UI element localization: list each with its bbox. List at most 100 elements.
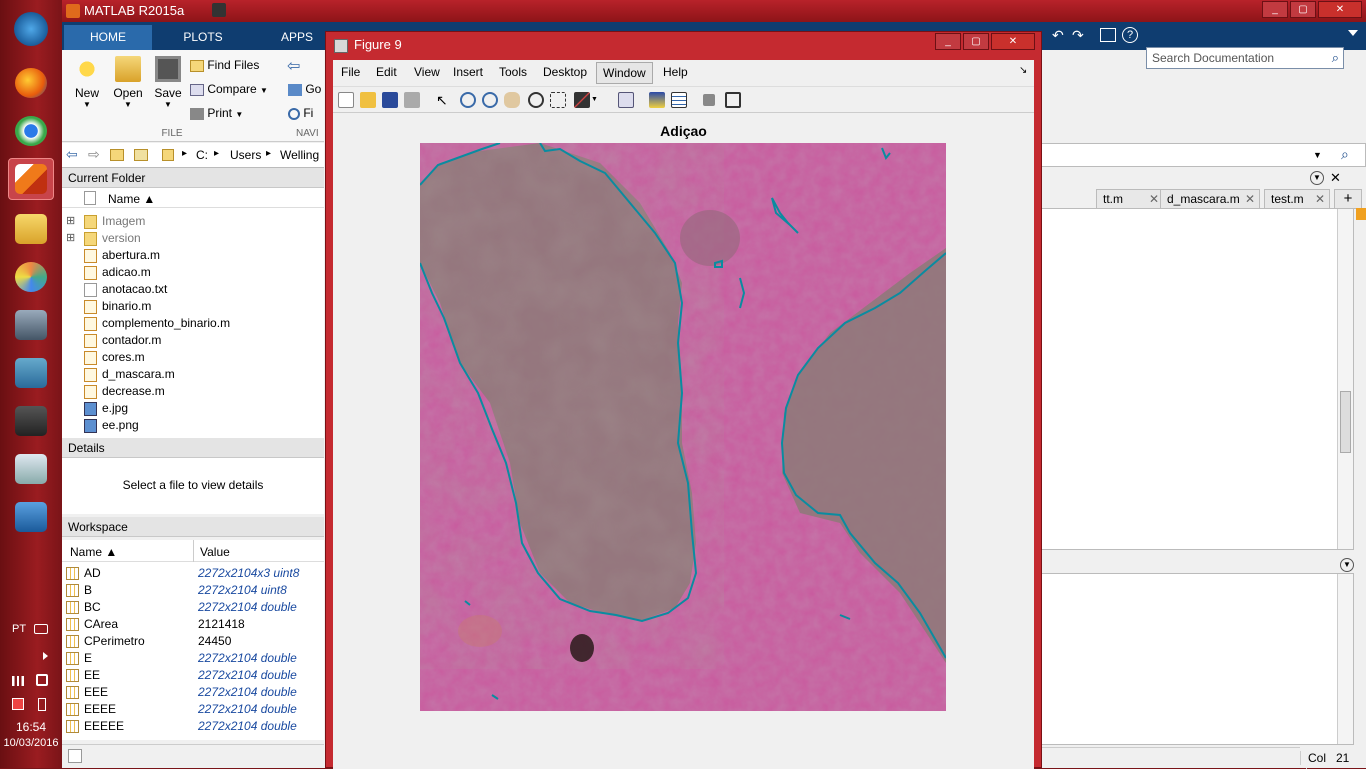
scroll-thumb[interactable] (1340, 391, 1351, 453)
battery-icon[interactable] (38, 698, 46, 711)
redo-icon[interactable]: ↷ (1072, 27, 1088, 43)
address-folder-user[interactable]: Welling (280, 148, 319, 162)
zoom-out-icon[interactable] (482, 92, 498, 108)
column-name[interactable]: Name ▲ (108, 192, 155, 206)
menu-insert[interactable]: Insert (453, 65, 483, 79)
legend-icon[interactable] (671, 92, 687, 108)
back-arrow-icon[interactable]: ⇦ (66, 146, 78, 163)
folder-list-item[interactable]: anotacao.txt (62, 281, 324, 298)
workspace-variable-row[interactable]: EEEEE 2272x2104 double (62, 718, 324, 735)
expand-icon[interactable]: ⊞ (66, 230, 75, 247)
undo-icon[interactable]: ↶ (1052, 27, 1068, 43)
taskbar-chrome[interactable] (8, 110, 54, 152)
folder-list-item[interactable]: abertura.m (62, 247, 324, 264)
expand-icon[interactable]: ⊞ (66, 213, 75, 230)
language-indicator[interactable]: PT (12, 623, 26, 635)
taskbar-sublime[interactable] (8, 400, 54, 442)
axes-image[interactable] (420, 143, 946, 711)
editor-scrollbar[interactable] (1337, 209, 1353, 549)
search-documentation-input[interactable]: Search Documentation ⌕ (1146, 47, 1344, 69)
taskbar-notes[interactable] (8, 448, 54, 490)
editor-tab-test[interactable]: test.m ✕ (1264, 189, 1330, 209)
close-button[interactable]: ✕ (1318, 1, 1362, 18)
editor-tab-d-mascara[interactable]: d_mascara.m ✕ (1160, 189, 1260, 209)
hide-plot-tools-icon[interactable] (703, 94, 715, 106)
pan-icon[interactable] (504, 92, 520, 108)
taskbar-firefox[interactable] (8, 62, 54, 104)
folder-list-item[interactable]: complemento_binario.m (62, 315, 324, 332)
edit-plot-icon[interactable]: ↖ (436, 92, 452, 108)
minimize-button[interactable]: _ (1262, 1, 1288, 18)
help-icon[interactable]: ? (1122, 27, 1138, 43)
workspace-variable-row[interactable]: EE 2272x2104 double (62, 667, 324, 684)
switch-windows-icon[interactable] (1100, 28, 1116, 42)
zoom-in-icon[interactable] (460, 92, 476, 108)
address-drive[interactable]: C: (196, 148, 208, 162)
data-cursor-icon[interactable] (550, 92, 566, 108)
code-analyzer-indicator[interactable] (1356, 208, 1366, 220)
tray-expand-icon[interactable] (43, 652, 48, 660)
workspace-variable-row[interactable]: EEE 2272x2104 double (62, 684, 324, 701)
editor-close-icon[interactable]: ✕ (1330, 170, 1341, 186)
menu-tools[interactable]: Tools (499, 65, 527, 79)
new-figure-icon[interactable] (338, 92, 354, 108)
taskbar-paint[interactable] (8, 256, 54, 298)
tab-close-icon[interactable]: ✕ (1245, 192, 1255, 206)
find-button[interactable]: Fi (288, 106, 313, 120)
clock-time[interactable]: 16:54 (0, 720, 62, 734)
folder-list-item[interactable]: decrease.m (62, 383, 324, 400)
tab-close-icon[interactable]: ✕ (1315, 192, 1325, 206)
taskbar-control-panel[interactable] (8, 496, 54, 538)
action-center-icon[interactable] (12, 698, 24, 710)
save-button[interactable]: Save ▼ (148, 56, 188, 109)
command-scrollbar[interactable] (1337, 574, 1353, 744)
colorbar-icon[interactable] (649, 92, 665, 108)
taskbar-photos[interactable] (8, 352, 54, 394)
tab-home[interactable]: HOME (64, 25, 152, 50)
address-folder-users[interactable]: Users (230, 148, 261, 162)
browse-folder-icon[interactable] (134, 149, 148, 161)
figure-minimize-button[interactable]: _ (935, 33, 961, 50)
folder-list-item[interactable]: ⊞ Imagem (62, 213, 324, 230)
brush-dropdown-icon[interactable]: ▼ (591, 92, 599, 108)
taskbar-explorer[interactable] (8, 208, 54, 250)
ribbon-collapse-icon[interactable] (1348, 30, 1358, 36)
ws-column-value[interactable]: Value (200, 545, 230, 559)
folder-list-item[interactable]: ee.png (62, 417, 324, 434)
menu-desktop[interactable]: Desktop (543, 65, 587, 79)
link-plot-icon[interactable] (618, 92, 634, 108)
menu-view[interactable]: View (414, 65, 440, 79)
search-icon[interactable]: ⌕ (1332, 50, 1339, 66)
figure-title-bar[interactable]: Figure 9 _ ▢ ✕ (326, 32, 1041, 58)
network-icon[interactable] (12, 676, 24, 686)
workspace-variable-row[interactable]: CArea 2121418 (62, 616, 324, 633)
ws-column-name[interactable]: Name ▲ (70, 545, 117, 559)
taskbar-calculator[interactable] (8, 304, 54, 346)
new-tab-button[interactable]: + (1334, 189, 1362, 209)
print-figure-icon[interactable] (404, 92, 420, 108)
folder-list-item[interactable]: ⊞ version (62, 230, 324, 247)
workspace-variable-row[interactable]: B 2272x2104 uint8 (62, 582, 324, 599)
editor-tab-ttm[interactable]: tt.m ✕ (1096, 189, 1164, 209)
workspace-variable-row[interactable]: AD 2272x2104x3 uint8 (62, 565, 324, 582)
volume-icon[interactable] (36, 674, 48, 686)
up-folder-icon[interactable] (110, 149, 124, 161)
tab-close-icon[interactable]: ✕ (1149, 192, 1159, 206)
editor-content[interactable] (1040, 208, 1354, 550)
taskbar-matlab[interactable] (8, 158, 54, 200)
figure-close-button[interactable]: ✕ (991, 33, 1035, 50)
save-figure-icon[interactable] (382, 92, 398, 108)
rotate-3d-icon[interactable] (528, 92, 544, 108)
folder-list-item[interactable]: adicao.m (62, 264, 324, 281)
new-button[interactable]: New ▼ (68, 56, 106, 109)
open-button[interactable]: Open ▼ (108, 56, 148, 109)
workspace-variable-row[interactable]: CPerimetro 24450 (62, 633, 324, 650)
compare-button[interactable]: Compare ▼ (190, 82, 268, 96)
keyboard-icon[interactable] (34, 624, 48, 634)
command-window-options-icon[interactable]: ▼ (1340, 558, 1354, 572)
folder-list-item[interactable]: cores.m (62, 349, 324, 366)
menu-edit[interactable]: Edit (376, 65, 397, 79)
tab-plots[interactable]: PLOTS (158, 25, 248, 50)
find-files-button[interactable]: Find Files (190, 58, 259, 72)
open-file-icon[interactable] (360, 92, 376, 108)
